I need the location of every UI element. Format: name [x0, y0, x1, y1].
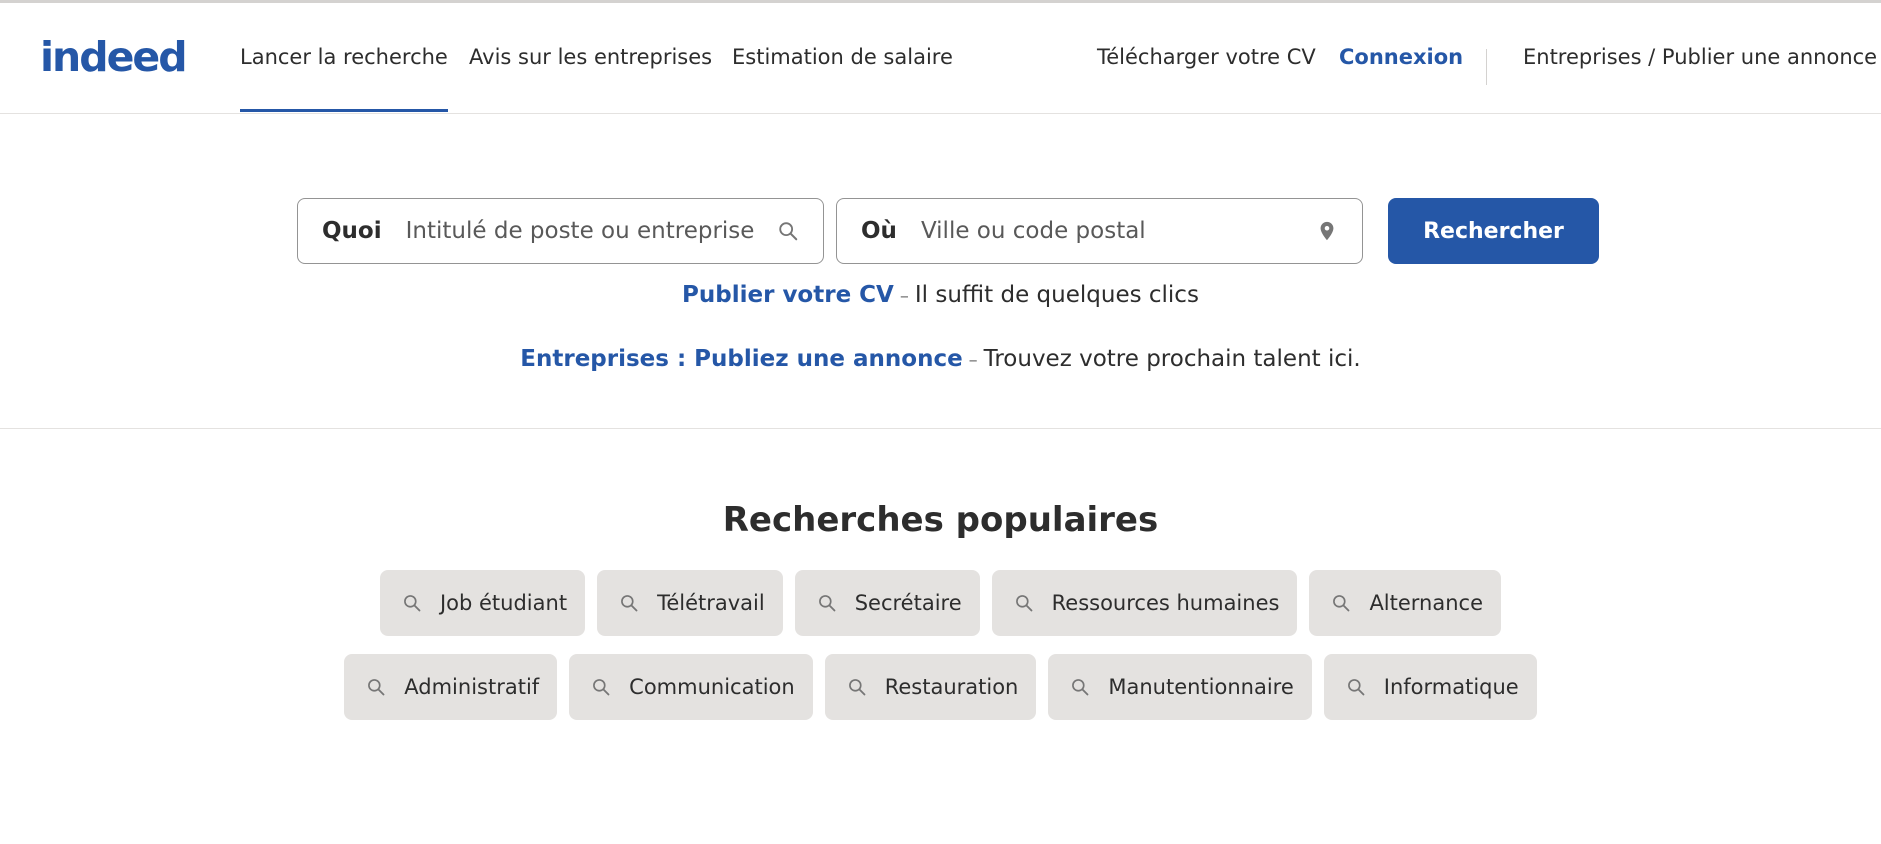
search-icon: [593, 679, 610, 696]
employer-post-job-link[interactable]: Entreprises : Publiez une annonce: [520, 346, 962, 372]
login-label: Connexion: [1339, 45, 1464, 69]
popular-chip-label: Job étudiant: [439, 591, 568, 615]
search-icon: [1015, 595, 1033, 612]
popular-searches-title: Recherches populaires: [722, 500, 1159, 540]
popular-chip[interactable]: Ressources humaines: [991, 570, 1298, 636]
popular-chip[interactable]: Alternance: [1309, 570, 1502, 636]
popular-chip-label: Communication: [629, 675, 795, 699]
popular-searches-row-2: Administratif Communication Restauration…: [0, 654, 1881, 720]
popular-chip-label: Alternance: [1369, 591, 1484, 615]
search-icon: [818, 595, 836, 612]
logo-text: indeed: [40, 33, 188, 81]
popular-chip-label: Restauration: [884, 675, 1019, 699]
employers-post-job-link[interactable]: Entreprises / Publier une annonce: [1523, 3, 1877, 111]
indeed-logo[interactable]: indeed: [40, 27, 188, 87]
what-label: Quoi: [322, 218, 382, 244]
nav-item-label: Estimation de salaire: [732, 45, 953, 69]
nav-item-label: Avis sur les entreprises: [469, 45, 713, 69]
popular-chip[interactable]: Job étudiant: [379, 570, 586, 636]
popular-chip-label: Informatique: [1383, 675, 1519, 699]
search-button[interactable]: Rechercher: [1388, 198, 1599, 264]
employer-promo: Entreprises : Publiez une annonce – Trouve…: [0, 346, 1881, 372]
nav-item-salary-estimate[interactable]: Estimation de salaire: [732, 3, 953, 111]
popular-chip[interactable]: Manutentionnaire: [1048, 654, 1312, 720]
popular-chip[interactable]: Communication: [569, 654, 813, 720]
search-icon: [368, 679, 385, 696]
nav-item-label: Lancer la recherche: [240, 45, 448, 69]
search-icon: [779, 222, 798, 241]
header-divider: [1486, 49, 1487, 85]
popular-searches-row-1: Job étudiant Télétravail Secrétaire Ress…: [0, 570, 1881, 636]
what-input[interactable]: [405, 218, 777, 244]
location-pin-icon: [1320, 221, 1334, 241]
nav-item-company-reviews[interactable]: Avis sur les entreprises: [469, 3, 712, 111]
popular-chip[interactable]: Administratif: [344, 654, 558, 720]
employers-label: Entreprises / Publier une annonce: [1523, 45, 1878, 69]
popular-chip[interactable]: Informatique: [1323, 654, 1537, 720]
employer-promo-text: Trouvez votre prochain talent ici.: [983, 346, 1361, 372]
promo-separator: –: [968, 350, 978, 371]
promo-separator: –: [899, 286, 909, 307]
where-search-box[interactable]: Où: [836, 198, 1363, 264]
where-input[interactable]: [920, 218, 1316, 244]
where-label: Où: [861, 218, 897, 244]
upload-cv-link[interactable]: Télécharger votre CV: [1097, 3, 1316, 111]
popular-chip-label: Ressources humaines: [1051, 591, 1280, 615]
popular-chip-label: Télétravail: [657, 591, 765, 615]
popular-chip-label: Administratif: [404, 675, 540, 699]
search-icon: [1347, 679, 1365, 696]
popular-chip[interactable]: Secrétaire: [794, 570, 980, 636]
search-icon: [1333, 595, 1350, 612]
search-icon: [404, 595, 421, 612]
site-header: indeed Lancer la recherche Avis sur les …: [0, 3, 1881, 114]
post-cv-link[interactable]: Publier votre CV: [682, 282, 894, 308]
popular-chip-label: Secrétaire: [854, 591, 962, 615]
search-icon: [1072, 679, 1089, 696]
what-search-box[interactable]: Quoi: [297, 198, 824, 264]
upload-cv-label: Télécharger votre CV: [1097, 45, 1316, 69]
popular-chip[interactable]: Télétravail: [597, 570, 783, 636]
search-icon: [621, 595, 638, 612]
cv-promo-text: Il suffit de quelques clics: [914, 282, 1199, 308]
popular-chip-label: Manutentionnaire: [1108, 675, 1294, 699]
section-divider: [0, 428, 1881, 429]
cv-promo: Publier votre CV – Il suffit de quelques c…: [0, 282, 1881, 308]
search-icon: [848, 679, 866, 696]
login-link[interactable]: Connexion: [1339, 3, 1463, 111]
nav-item-job-search[interactable]: Lancer la recherche: [240, 3, 448, 112]
popular-chip[interactable]: Restauration: [824, 654, 1037, 720]
